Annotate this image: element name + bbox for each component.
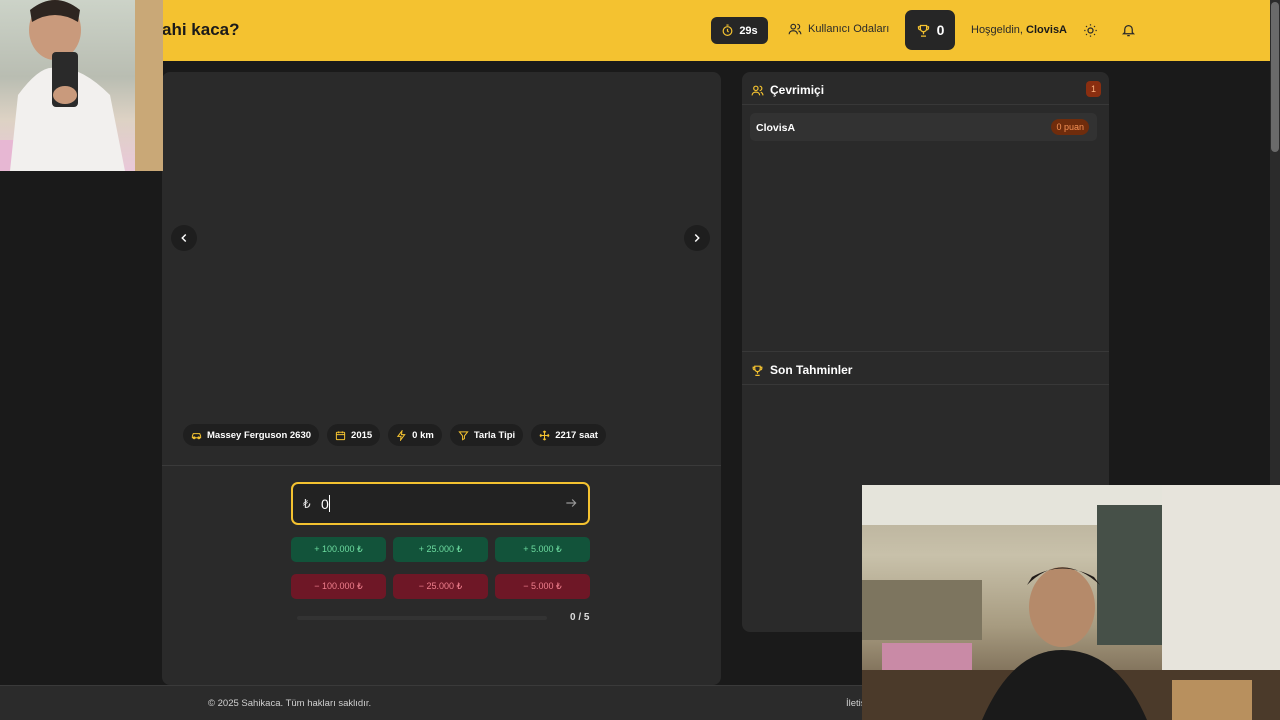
site-title[interactable]: ahi kaca? xyxy=(162,20,240,40)
online-title: Çevrimiçi xyxy=(770,83,825,97)
spec-type-label: Tarla Tipi xyxy=(473,429,516,441)
filter-icon xyxy=(458,430,469,440)
spec-year: 2015 xyxy=(327,424,381,446)
gauge-icon xyxy=(396,429,406,441)
chevron-left-icon xyxy=(181,233,187,243)
user-rooms-label: Kullanıcı Odaları xyxy=(808,23,890,35)
trophy-icon xyxy=(917,24,929,37)
recent-guesses-header: Son Tahminler xyxy=(751,363,852,377)
recent-divider xyxy=(742,384,1109,385)
trophy-icon xyxy=(752,365,763,376)
recent-guesses-title: Son Tahminler xyxy=(770,363,853,377)
subtract-25000-button[interactable]: − 25.000 ₺ xyxy=(393,574,488,599)
webcam-overlay-left xyxy=(0,0,163,171)
theme-toggle-button[interactable] xyxy=(1083,23,1098,43)
bell-icon xyxy=(1121,25,1136,37)
timer-value: 29s xyxy=(739,24,758,37)
webcam-overlay-right xyxy=(862,485,1280,720)
welcome-prefix: Hoşgeldin, xyxy=(971,24,1023,36)
stopwatch-icon xyxy=(722,24,733,36)
subtract-5000-button[interactable]: − 5.000 ₺ xyxy=(495,574,590,599)
spec-hours-label: 2217 saat xyxy=(555,429,598,441)
submit-bid-button[interactable] xyxy=(564,496,578,515)
users-icon xyxy=(751,85,764,95)
spec-mileage-label: 0 km xyxy=(412,429,434,441)
spec-year-label: 2015 xyxy=(351,429,373,441)
users-icon xyxy=(788,23,802,35)
currency-symbol: ₺ xyxy=(303,497,311,511)
recent-divider-top xyxy=(742,351,1109,352)
decrement-buttons: − 100.000 ₺ − 25.000 ₺ − 5.000 ₺ xyxy=(291,574,590,599)
add-25000-button[interactable]: + 25.000 ₺ xyxy=(393,537,488,562)
top-bar: ahi kaca? 29s Kullanıcı Odaları 0 Hoşgel… xyxy=(0,0,1270,61)
spec-model: Massey Ferguson 2630 xyxy=(183,424,320,446)
spec-type: Tarla Tipi xyxy=(449,424,524,446)
arrow-right-icon xyxy=(566,499,577,507)
online-divider xyxy=(742,104,1109,105)
copyright-text: © 2025 Sahikaca. Tüm hakları saklıdır. xyxy=(208,698,372,709)
webcam-feed-image xyxy=(862,485,1280,720)
online-user-row[interactable]: ClovisA 0 puan xyxy=(750,113,1097,141)
bid-input[interactable]: ₺ 0 xyxy=(291,482,590,525)
add-5000-button[interactable]: + 5.000 ₺ xyxy=(495,537,590,562)
online-user-name: ClovisA xyxy=(756,122,796,134)
move-icon xyxy=(539,430,550,440)
add-100000-button[interactable]: + 100.000 ₺ xyxy=(291,537,386,562)
chevron-right-icon xyxy=(694,233,700,243)
online-user-points: 0 puan xyxy=(1051,119,1089,135)
vehicle-specs: Massey Ferguson 2630 2015 0 km Tarla Tip… xyxy=(183,424,606,446)
welcome-text: Hoşgeldin, ClovisA xyxy=(971,24,1067,36)
subtract-100000-button[interactable]: − 100.000 ₺ xyxy=(291,574,386,599)
user-rooms-link[interactable]: Kullanıcı Odaları xyxy=(788,22,889,36)
online-count-badge: 1 xyxy=(1086,81,1101,97)
text-caret xyxy=(329,495,330,512)
guess-progress-bar xyxy=(297,616,547,620)
spec-mileage: 0 km xyxy=(388,424,442,446)
spec-model-label: Massey Ferguson 2630 xyxy=(207,429,312,441)
next-image-button[interactable] xyxy=(684,225,710,251)
round-timer: 29s xyxy=(711,17,768,44)
sun-icon xyxy=(1084,24,1097,37)
notifications-button[interactable] xyxy=(1121,22,1136,43)
calendar-icon xyxy=(335,430,346,440)
increment-buttons: + 100.000 ₺ + 25.000 ₺ + 5.000 ₺ xyxy=(291,537,590,562)
webcam-feed-image xyxy=(0,0,163,171)
username[interactable]: ClovisA xyxy=(1026,24,1067,36)
spec-hours: 2217 saat xyxy=(531,424,606,446)
guess-progress-text: 0 / 5 xyxy=(570,612,590,623)
score-value: 0 xyxy=(936,22,945,38)
vehicle-panel: Massey Ferguson 2630 2015 0 km Tarla Tip… xyxy=(162,72,721,685)
bid-value[interactable]: 0 xyxy=(321,496,329,512)
online-header: Çevrimiçi xyxy=(751,83,824,97)
score-badge[interactable]: 0 xyxy=(905,10,955,50)
car-icon xyxy=(191,432,202,439)
scrollbar-thumb[interactable] xyxy=(1271,2,1279,152)
panel-divider xyxy=(162,465,721,466)
previous-image-button[interactable] xyxy=(171,225,197,251)
